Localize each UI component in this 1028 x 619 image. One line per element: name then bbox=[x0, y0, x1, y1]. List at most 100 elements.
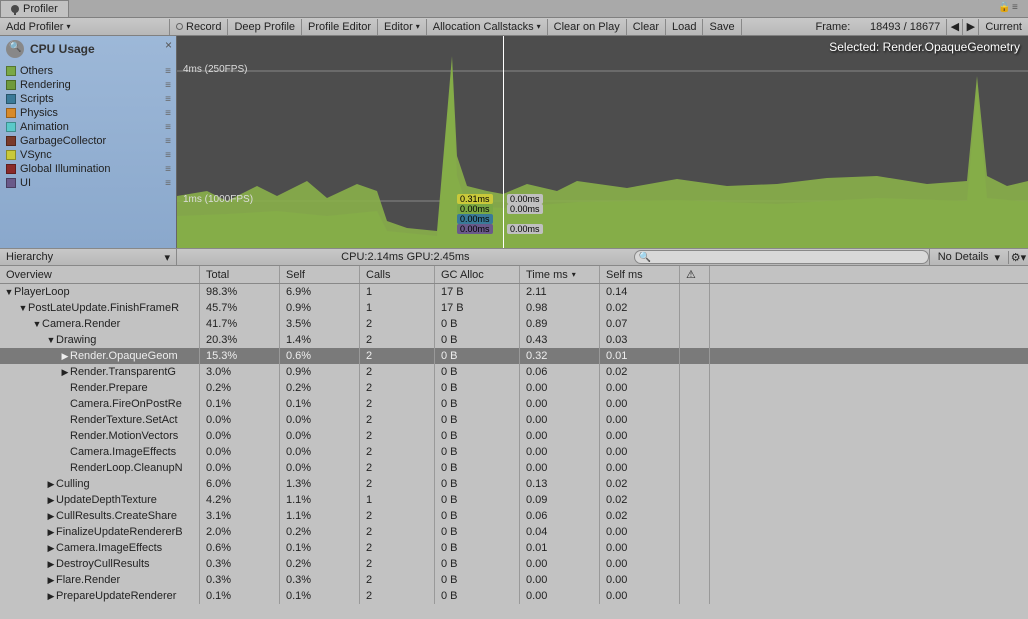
playhead[interactable] bbox=[503, 36, 504, 248]
alloc-callstacks-dropdown[interactable]: Allocation Callstacks bbox=[427, 19, 548, 35]
drag-handle-icon[interactable]: ≡ bbox=[165, 122, 170, 133]
row-name: PlayerLoop bbox=[14, 286, 70, 298]
graph-area[interactable]: Selected: Render.OpaqueGeometry 4ms (250… bbox=[177, 36, 1028, 248]
search-input[interactable] bbox=[634, 250, 929, 264]
row-warn bbox=[680, 572, 710, 588]
expander-icon[interactable]: ▼ bbox=[4, 287, 14, 297]
row-calls: 2 bbox=[360, 380, 435, 396]
drag-handle-icon[interactable]: ≡ bbox=[165, 178, 170, 189]
editor-dropdown[interactable]: Editor bbox=[378, 19, 427, 35]
expander-icon[interactable]: ▶ bbox=[46, 543, 56, 554]
drag-handle-icon[interactable]: ≡ bbox=[165, 94, 170, 105]
drag-handle-icon[interactable]: ≡ bbox=[165, 136, 170, 147]
legend-item[interactable]: Scripts≡ bbox=[0, 92, 176, 106]
deep-profile-button[interactable]: Deep Profile bbox=[228, 19, 302, 35]
table-row[interactable]: ▶UpdateDepthTexture 4.2% 1.1% 1 0 B 0.09… bbox=[0, 492, 1028, 508]
drag-handle-icon[interactable]: ≡ bbox=[165, 150, 170, 161]
table-row[interactable]: ▼PostLateUpdate.FinishFrameR 45.7% 0.9% … bbox=[0, 300, 1028, 316]
profiler-tab[interactable]: Profiler bbox=[0, 0, 69, 17]
table-row[interactable]: Camera.FireOnPostRe 0.1% 0.1% 2 0 B 0.00… bbox=[0, 396, 1028, 412]
row-gc: 0 B bbox=[435, 588, 520, 604]
profile-editor-button[interactable]: Profile Editor bbox=[302, 19, 378, 35]
table-row[interactable]: ▶CullResults.CreateShare 3.1% 1.1% 2 0 B… bbox=[0, 508, 1028, 524]
graph-label-4ms: 4ms (250FPS) bbox=[183, 64, 247, 75]
legend-item[interactable]: Rendering≡ bbox=[0, 78, 176, 92]
expander-icon[interactable]: ▼ bbox=[18, 303, 28, 313]
table-row[interactable]: ▼Camera.Render 41.7% 3.5% 2 0 B 0.89 0.0… bbox=[0, 316, 1028, 332]
load-button[interactable]: Load bbox=[666, 19, 703, 35]
row-self: 0.1% bbox=[280, 396, 360, 412]
header-overview[interactable]: Overview bbox=[0, 266, 200, 283]
expander-icon[interactable]: ▶ bbox=[46, 575, 56, 586]
expander-icon[interactable]: ▶ bbox=[46, 527, 56, 538]
menu-icon[interactable]: ≡ bbox=[1012, 2, 1024, 12]
header-warn[interactable]: ⚠ bbox=[680, 266, 710, 283]
table-row[interactable]: Render.Prepare 0.2% 0.2% 2 0 B 0.00 0.00 bbox=[0, 380, 1028, 396]
hierarchy-dropdown[interactable]: Hierarchy▾ bbox=[0, 249, 177, 265]
table-row[interactable]: ▶PrepareUpdateRenderer 0.1% 0.1% 2 0 B 0… bbox=[0, 588, 1028, 604]
table-row[interactable]: ▶Render.TransparentG 3.0% 0.9% 2 0 B 0.0… bbox=[0, 364, 1028, 380]
header-time[interactable]: Time ms▾ bbox=[520, 266, 600, 283]
table-row[interactable]: ▶Culling 6.0% 1.3% 2 0 B 0.13 0.02 bbox=[0, 476, 1028, 492]
frame-next-button[interactable]: ▶ bbox=[962, 19, 978, 35]
expander-icon[interactable]: ▶ bbox=[46, 591, 56, 602]
table-row[interactable]: Render.MotionVectors 0.0% 0.0% 2 0 B 0.0… bbox=[0, 428, 1028, 444]
row-gc: 0 B bbox=[435, 524, 520, 540]
legend-item[interactable]: UI≡ bbox=[0, 176, 176, 190]
row-self: 1.3% bbox=[280, 476, 360, 492]
close-icon[interactable]: × bbox=[165, 38, 172, 52]
header-selfms[interactable]: Self ms bbox=[600, 266, 680, 283]
expander-icon[interactable]: ▼ bbox=[32, 319, 42, 329]
current-button[interactable]: Current bbox=[978, 19, 1028, 35]
table-row[interactable]: RenderLoop.CleanupN 0.0% 0.0% 2 0 B 0.00… bbox=[0, 460, 1028, 476]
legend-item[interactable]: GarbageCollector≡ bbox=[0, 134, 176, 148]
expander-icon[interactable]: ▶ bbox=[46, 559, 56, 570]
legend-item[interactable]: Animation ≡ bbox=[0, 120, 176, 134]
row-time: 0.06 bbox=[520, 364, 600, 380]
expander-icon[interactable]: ▶ bbox=[60, 367, 70, 378]
expander-icon[interactable]: ▶ bbox=[46, 479, 56, 490]
row-selfms: 0.01 bbox=[600, 348, 680, 364]
row-gc: 0 B bbox=[435, 380, 520, 396]
save-button[interactable]: Save bbox=[703, 19, 741, 35]
table-row[interactable]: RenderTexture.SetAct 0.0% 0.0% 2 0 B 0.0… bbox=[0, 412, 1028, 428]
no-details-dropdown[interactable]: No Details▾ bbox=[929, 249, 1008, 265]
drag-handle-icon[interactable]: ≡ bbox=[165, 164, 170, 175]
table-row[interactable]: Camera.ImageEffects 0.0% 0.0% 2 0 B 0.00… bbox=[0, 444, 1028, 460]
frame-prev-button[interactable]: ◀ bbox=[946, 19, 962, 35]
drag-handle-icon[interactable]: ≡ bbox=[165, 108, 170, 119]
expander-icon[interactable]: ▶ bbox=[46, 511, 56, 522]
expander-icon[interactable]: ▼ bbox=[46, 335, 56, 345]
drag-handle-icon[interactable]: ≡ bbox=[165, 66, 170, 77]
legend-item[interactable]: Others≡ bbox=[0, 64, 176, 78]
legend-item[interactable]: VSync≡ bbox=[0, 148, 176, 162]
table-row[interactable]: ▼Drawing 20.3% 1.4% 2 0 B 0.43 0.03 bbox=[0, 332, 1028, 348]
table-row[interactable]: ▶DestroyCullResults 0.3% 0.2% 2 0 B 0.00… bbox=[0, 556, 1028, 572]
clear-on-play-button[interactable]: Clear on Play bbox=[548, 19, 627, 35]
table-row[interactable]: ▶Camera.ImageEffects 0.6% 0.1% 2 0 B 0.0… bbox=[0, 540, 1028, 556]
legend-label: Animation bbox=[20, 121, 69, 133]
table-row[interactable]: ▶Flare.Render 0.3% 0.3% 2 0 B 0.00 0.00 bbox=[0, 572, 1028, 588]
table-row[interactable]: ▶FinalizeUpdateRendererB 2.0% 0.2% 2 0 B… bbox=[0, 524, 1028, 540]
lock-icon[interactable]: 🔒 bbox=[998, 2, 1010, 12]
table-row[interactable]: ▶Render.OpaqueGeom 15.3% 0.6% 2 0 B 0.32… bbox=[0, 348, 1028, 364]
row-selfms: 0.02 bbox=[600, 300, 680, 316]
row-calls: 2 bbox=[360, 412, 435, 428]
header-calls[interactable]: Calls bbox=[360, 266, 435, 283]
expander-icon[interactable]: ▶ bbox=[60, 351, 70, 362]
drag-handle-icon[interactable]: ≡ bbox=[165, 80, 170, 91]
add-profiler-dropdown[interactable]: Add Profiler bbox=[0, 19, 170, 35]
legend-item[interactable]: Global Illumination≡ bbox=[0, 162, 176, 176]
clear-button[interactable]: Clear bbox=[627, 19, 666, 35]
legend-item[interactable]: Physics≡ bbox=[0, 106, 176, 120]
row-time: 0.00 bbox=[520, 460, 600, 476]
record-button[interactable]: Record bbox=[170, 19, 228, 35]
graph-readout: 0.00ms bbox=[457, 214, 493, 224]
expander-icon[interactable]: ▶ bbox=[46, 495, 56, 506]
header-total[interactable]: Total bbox=[200, 266, 280, 283]
table-row[interactable]: ▼PlayerLoop 98.3% 6.9% 1 17 B 2.11 0.14 bbox=[0, 284, 1028, 300]
header-gc[interactable]: GC Alloc bbox=[435, 266, 520, 283]
gear-icon[interactable]: ⚙▾ bbox=[1008, 251, 1028, 264]
table-area[interactable]: ▼PlayerLoop 98.3% 6.9% 1 17 B 2.11 0.14 … bbox=[0, 284, 1028, 619]
header-self[interactable]: Self bbox=[280, 266, 360, 283]
